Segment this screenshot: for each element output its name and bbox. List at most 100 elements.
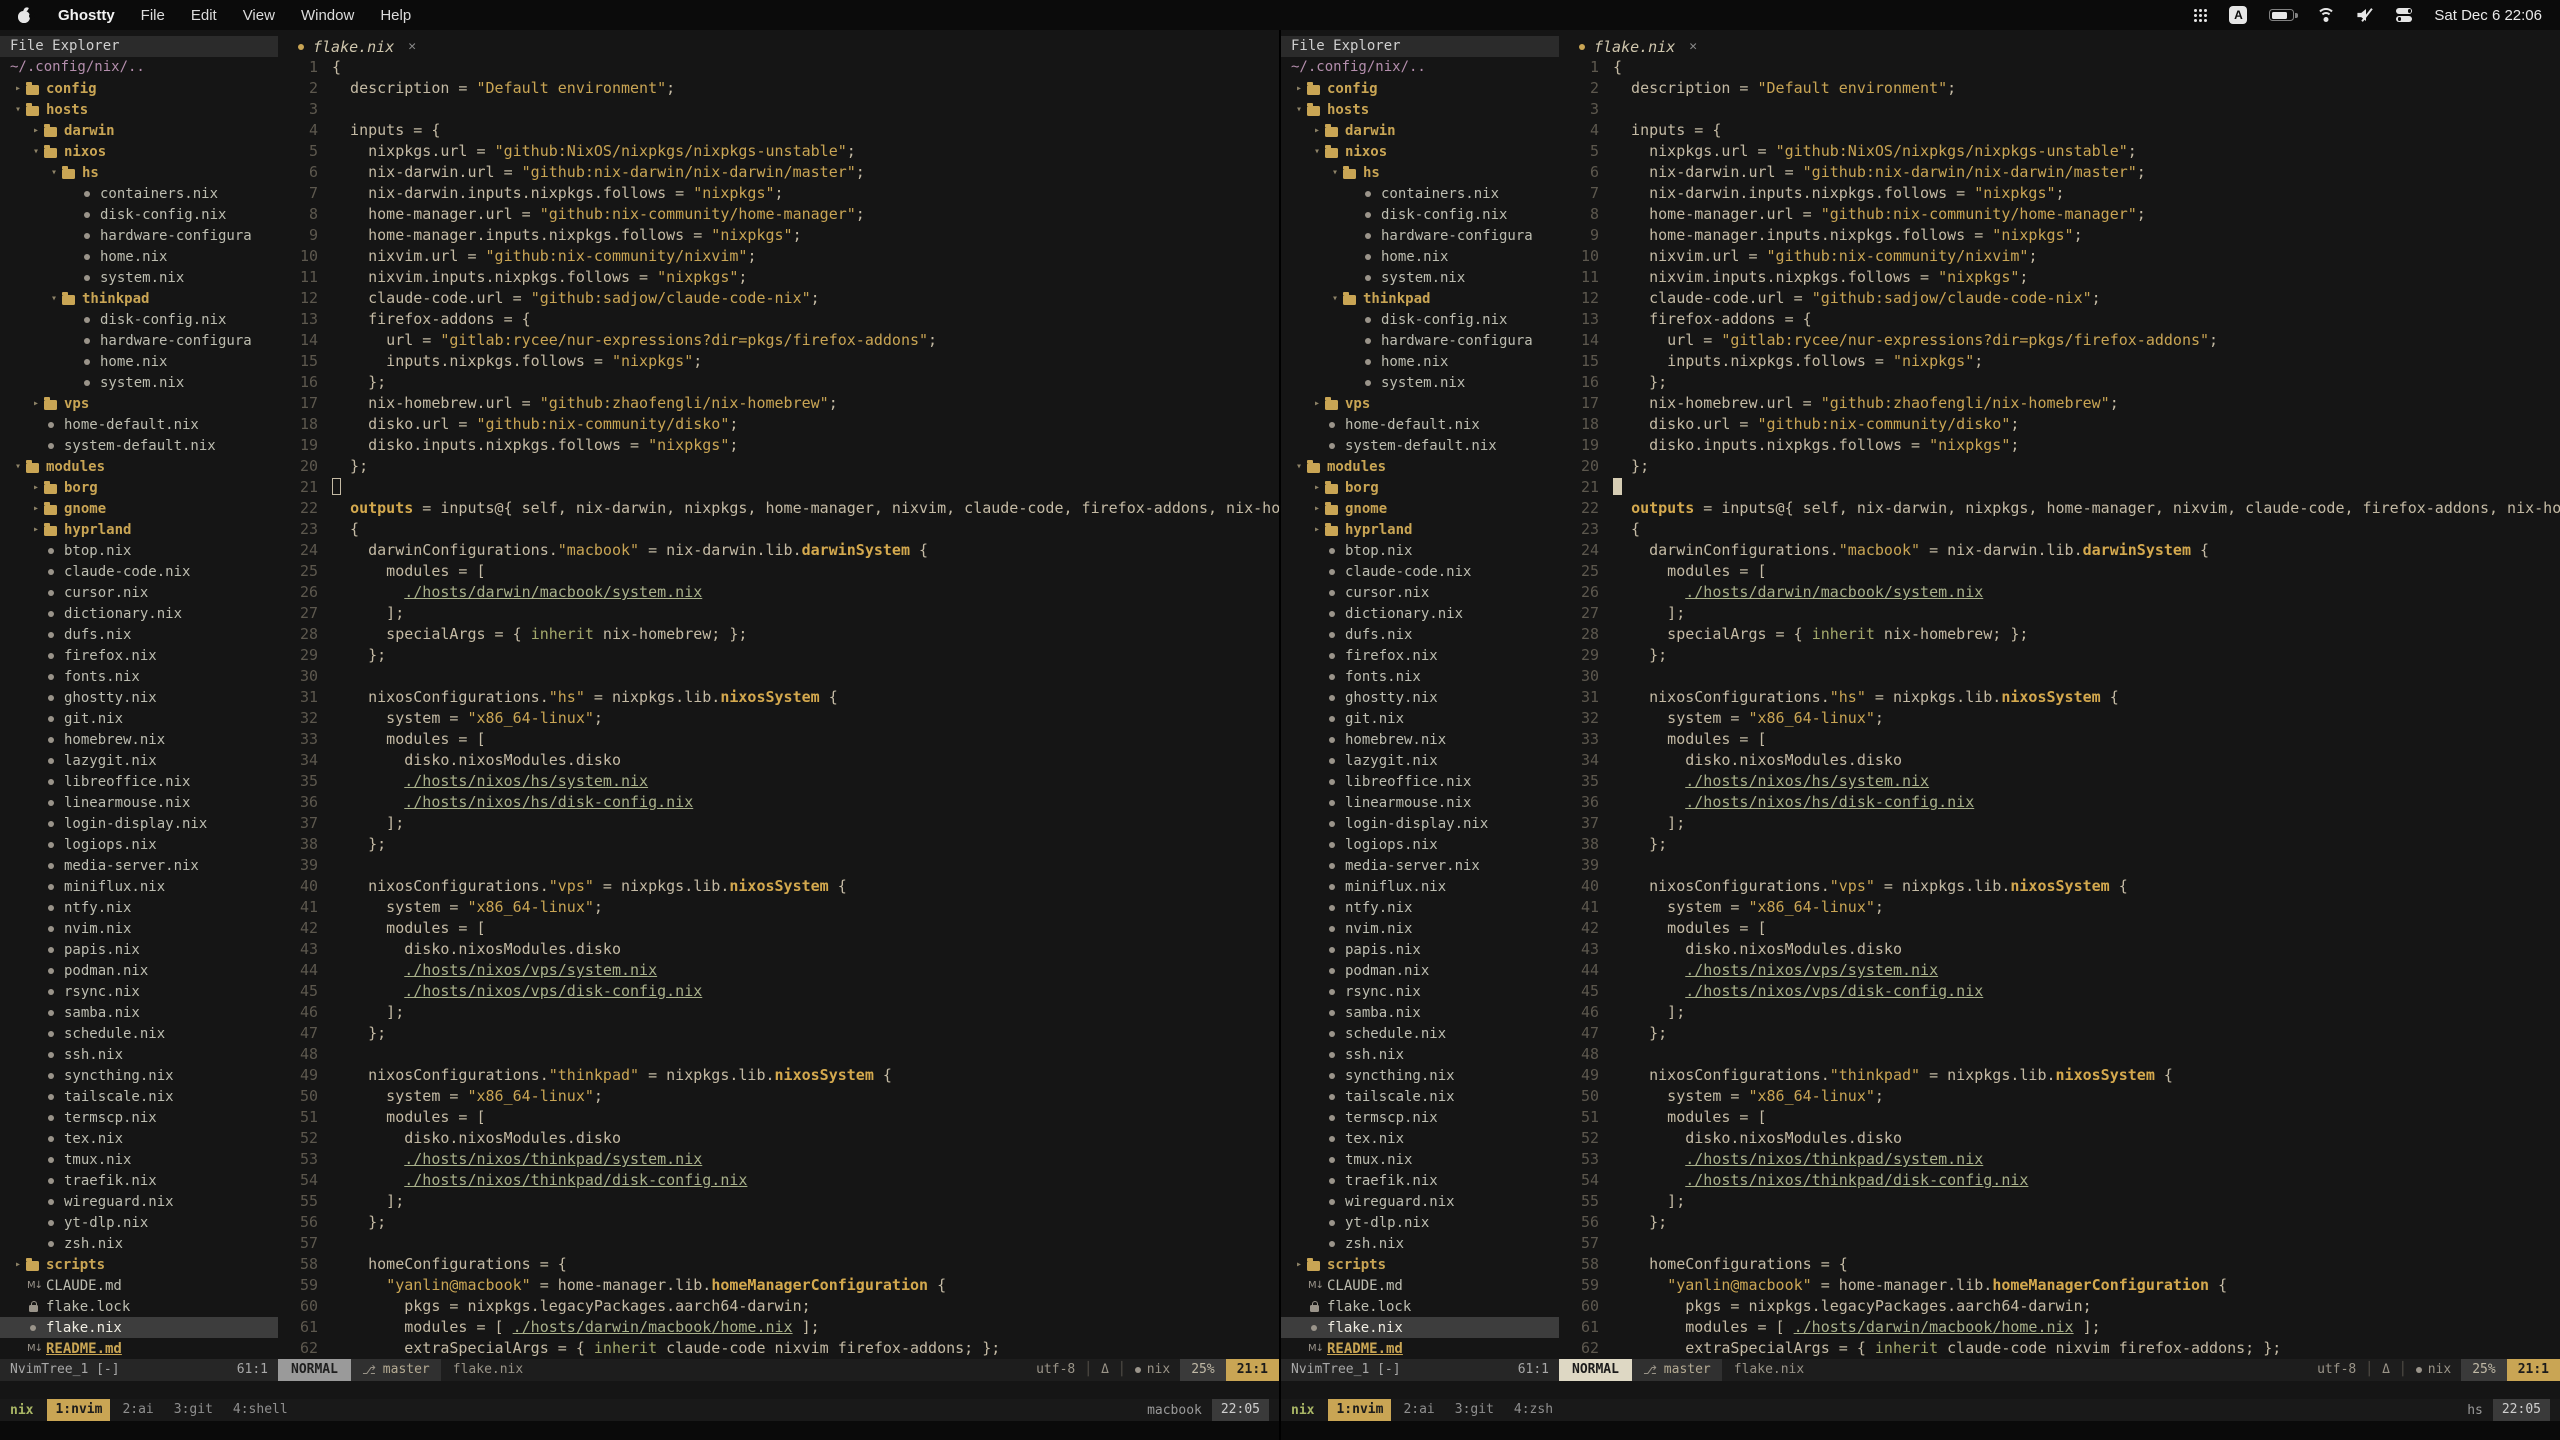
code-line[interactable]: 11 nixvim.inputs.nixpkgs.follows = "nixp…	[1559, 267, 2560, 288]
tree-item[interactable]: ▾modules	[1281, 456, 1559, 477]
code-line[interactable]: 47 };	[278, 1023, 1279, 1044]
tree-item[interactable]: papis.nix	[1281, 939, 1559, 960]
tree-item[interactable]: dufs.nix	[0, 624, 278, 645]
code-line[interactable]: 55 ];	[278, 1191, 1279, 1212]
tree-item[interactable]: ssh.nix	[0, 1044, 278, 1065]
editor-tab[interactable]: flake.nix	[313, 38, 394, 56]
tree-item[interactable]: syncthing.nix	[1281, 1065, 1559, 1086]
code-line[interactable]: 15 inputs.nixpkgs.follows = "nixpkgs";	[1559, 351, 2560, 372]
tree-item[interactable]: libreoffice.nix	[0, 771, 278, 792]
code-line[interactable]: 5 nixpkgs.url = "github:NixOS/nixpkgs/ni…	[1559, 141, 2560, 162]
code-line[interactable]: 15 inputs.nixpkgs.follows = "nixpkgs";	[278, 351, 1279, 372]
tree-item[interactable]: media-server.nix	[1281, 855, 1559, 876]
tree-item[interactable]: hardware-configura	[1281, 330, 1559, 351]
tree-item[interactable]: rsync.nix	[0, 981, 278, 1002]
code-line[interactable]: 9 home-manager.inputs.nixpkgs.follows = …	[278, 225, 1279, 246]
tmux-window-git[interactable]: 3:git	[1447, 1399, 1502, 1421]
code-line[interactable]: 32 system = "x86_64-linux";	[278, 708, 1279, 729]
tree-item[interactable]: ▸vps	[1281, 393, 1559, 414]
tree-item[interactable]: ▸darwin	[1281, 120, 1559, 141]
code-line[interactable]: 31 nixosConfigurations."hs" = nixpkgs.li…	[1559, 687, 2560, 708]
tree-item[interactable]: ▸config	[1281, 78, 1559, 99]
tree-item[interactable]: dictionary.nix	[0, 603, 278, 624]
tree-item[interactable]: miniflux.nix	[1281, 876, 1559, 897]
code-line[interactable]: 13 firefox-addons = {	[278, 309, 1279, 330]
code-line[interactable]: 27 ];	[278, 603, 1279, 624]
tree-item[interactable]: podman.nix	[0, 960, 278, 981]
code-line[interactable]: 18 disko.url = "github:nix-community/dis…	[1559, 414, 2560, 435]
tree-item[interactable]: samba.nix	[1281, 1002, 1559, 1023]
code-line[interactable]: 2 description = "Default environment";	[278, 78, 1279, 99]
code-line[interactable]: 34 disko.nixosModules.disko	[278, 750, 1279, 771]
tree-item[interactable]: ▾modules	[0, 456, 278, 477]
tree-item[interactable]: schedule.nix	[0, 1023, 278, 1044]
tree-item[interactable]: fonts.nix	[0, 666, 278, 687]
code-line[interactable]: 48	[278, 1044, 1279, 1065]
menu-view[interactable]: View	[243, 7, 275, 24]
code-line[interactable]: 44 ./hosts/nixos/vps/system.nix	[278, 960, 1279, 981]
tree-item[interactable]: ▾nixos	[0, 141, 278, 162]
tree-item[interactable]: lazygit.nix	[0, 750, 278, 771]
code-line[interactable]: 43 disko.nixosModules.disko	[278, 939, 1279, 960]
input-source-icon[interactable]: A	[2229, 6, 2247, 24]
code-line[interactable]: 29 };	[278, 645, 1279, 666]
tree-item[interactable]: logiops.nix	[0, 834, 278, 855]
wifi-icon[interactable]	[2316, 8, 2335, 22]
code-line[interactable]: 10 nixvim.url = "github:nix-community/ni…	[1559, 246, 2560, 267]
tree-item[interactable]: ▾hosts	[0, 99, 278, 120]
tree-item[interactable]: system-default.nix	[1281, 435, 1559, 456]
code-line[interactable]: 57	[278, 1233, 1279, 1254]
code-line[interactable]: 40 nixosConfigurations."vps" = nixpkgs.l…	[1559, 876, 2560, 897]
tree-item[interactable]: dufs.nix	[1281, 624, 1559, 645]
code-line[interactable]: 30	[1559, 666, 2560, 687]
tree-item[interactable]: schedule.nix	[1281, 1023, 1559, 1044]
code-line[interactable]: 42 modules = [	[1559, 918, 2560, 939]
code-line[interactable]: 41 system = "x86_64-linux";	[1559, 897, 2560, 918]
tree-item[interactable]: hardware-configura	[0, 330, 278, 351]
tree-item[interactable]: dictionary.nix	[1281, 603, 1559, 624]
code-line[interactable]: 56 };	[278, 1212, 1279, 1233]
code-line[interactable]: 60 pkgs = nixpkgs.legacyPackages.aarch64…	[278, 1296, 1279, 1317]
code-line[interactable]: 21	[1559, 477, 2560, 498]
code-line[interactable]: 48	[1559, 1044, 2560, 1065]
code-line[interactable]: 60 pkgs = nixpkgs.legacyPackages.aarch64…	[1559, 1296, 2560, 1317]
code-line[interactable]: 2 description = "Default environment";	[1559, 78, 2560, 99]
tree-item[interactable]: disk-config.nix	[0, 309, 278, 330]
code-line[interactable]: 59 "yanlin@macbook" = home-manager.lib.h…	[1559, 1275, 2560, 1296]
tree-root-path[interactable]: ~/.config/nix/..	[0, 57, 278, 78]
code-line[interactable]: 51 modules = [	[278, 1107, 1279, 1128]
code-line[interactable]: 53 ./hosts/nixos/thinkpad/system.nix	[278, 1149, 1279, 1170]
tree-item[interactable]: system.nix	[0, 267, 278, 288]
tree-item[interactable]: hardware-configura	[0, 225, 278, 246]
tree-item[interactable]: traefik.nix	[0, 1170, 278, 1191]
tmux-window-git[interactable]: 3:git	[166, 1399, 221, 1421]
code-line[interactable]: 35 ./hosts/nixos/hs/system.nix	[1559, 771, 2560, 792]
code-line[interactable]: 14 url = "gitlab:rycee/nur-expressions?d…	[1559, 330, 2560, 351]
tree-item[interactable]: hardware-configura	[1281, 225, 1559, 246]
code-line[interactable]: 38 };	[278, 834, 1279, 855]
tree-item[interactable]: termscp.nix	[1281, 1107, 1559, 1128]
tree-item[interactable]: CLAUDE.md	[1281, 1275, 1559, 1296]
code-line[interactable]: 6 nix-darwin.url = "github:nix-darwin/ni…	[1559, 162, 2560, 183]
tree-item[interactable]: ▾nixos	[1281, 141, 1559, 162]
menu-bar-clock[interactable]: Sat Dec 6 22:06	[2434, 7, 2542, 24]
tree-item[interactable]: ▸gnome	[0, 498, 278, 519]
volume-muted-icon[interactable]	[2357, 8, 2374, 22]
code-line[interactable]: 8 home-manager.url = "github:nix-communi…	[1559, 204, 2560, 225]
tree-item[interactable]: ▾hs	[1281, 162, 1559, 183]
tree-item[interactable]: cursor.nix	[1281, 582, 1559, 603]
tree-item[interactable]: yt-dlp.nix	[0, 1212, 278, 1233]
code-line[interactable]: 1{	[278, 57, 1279, 78]
tree-item[interactable]: home.nix	[1281, 246, 1559, 267]
tree-item[interactable]: home-default.nix	[1281, 414, 1559, 435]
tree-item[interactable]: system.nix	[1281, 372, 1559, 393]
code-line[interactable]: 32 system = "x86_64-linux";	[1559, 708, 2560, 729]
code-line[interactable]: 17 nix-homebrew.url = "github:zhaofengli…	[1559, 393, 2560, 414]
code-line[interactable]: 46 ];	[278, 1002, 1279, 1023]
tree-item[interactable]: btop.nix	[0, 540, 278, 561]
tree-item[interactable]: yt-dlp.nix	[1281, 1212, 1559, 1233]
menu-edit[interactable]: Edit	[191, 7, 217, 24]
tree-item[interactable]: nvim.nix	[0, 918, 278, 939]
tree-item[interactable]: ▾hosts	[1281, 99, 1559, 120]
tmux-window-ai[interactable]: 2:ai	[1395, 1399, 1442, 1421]
